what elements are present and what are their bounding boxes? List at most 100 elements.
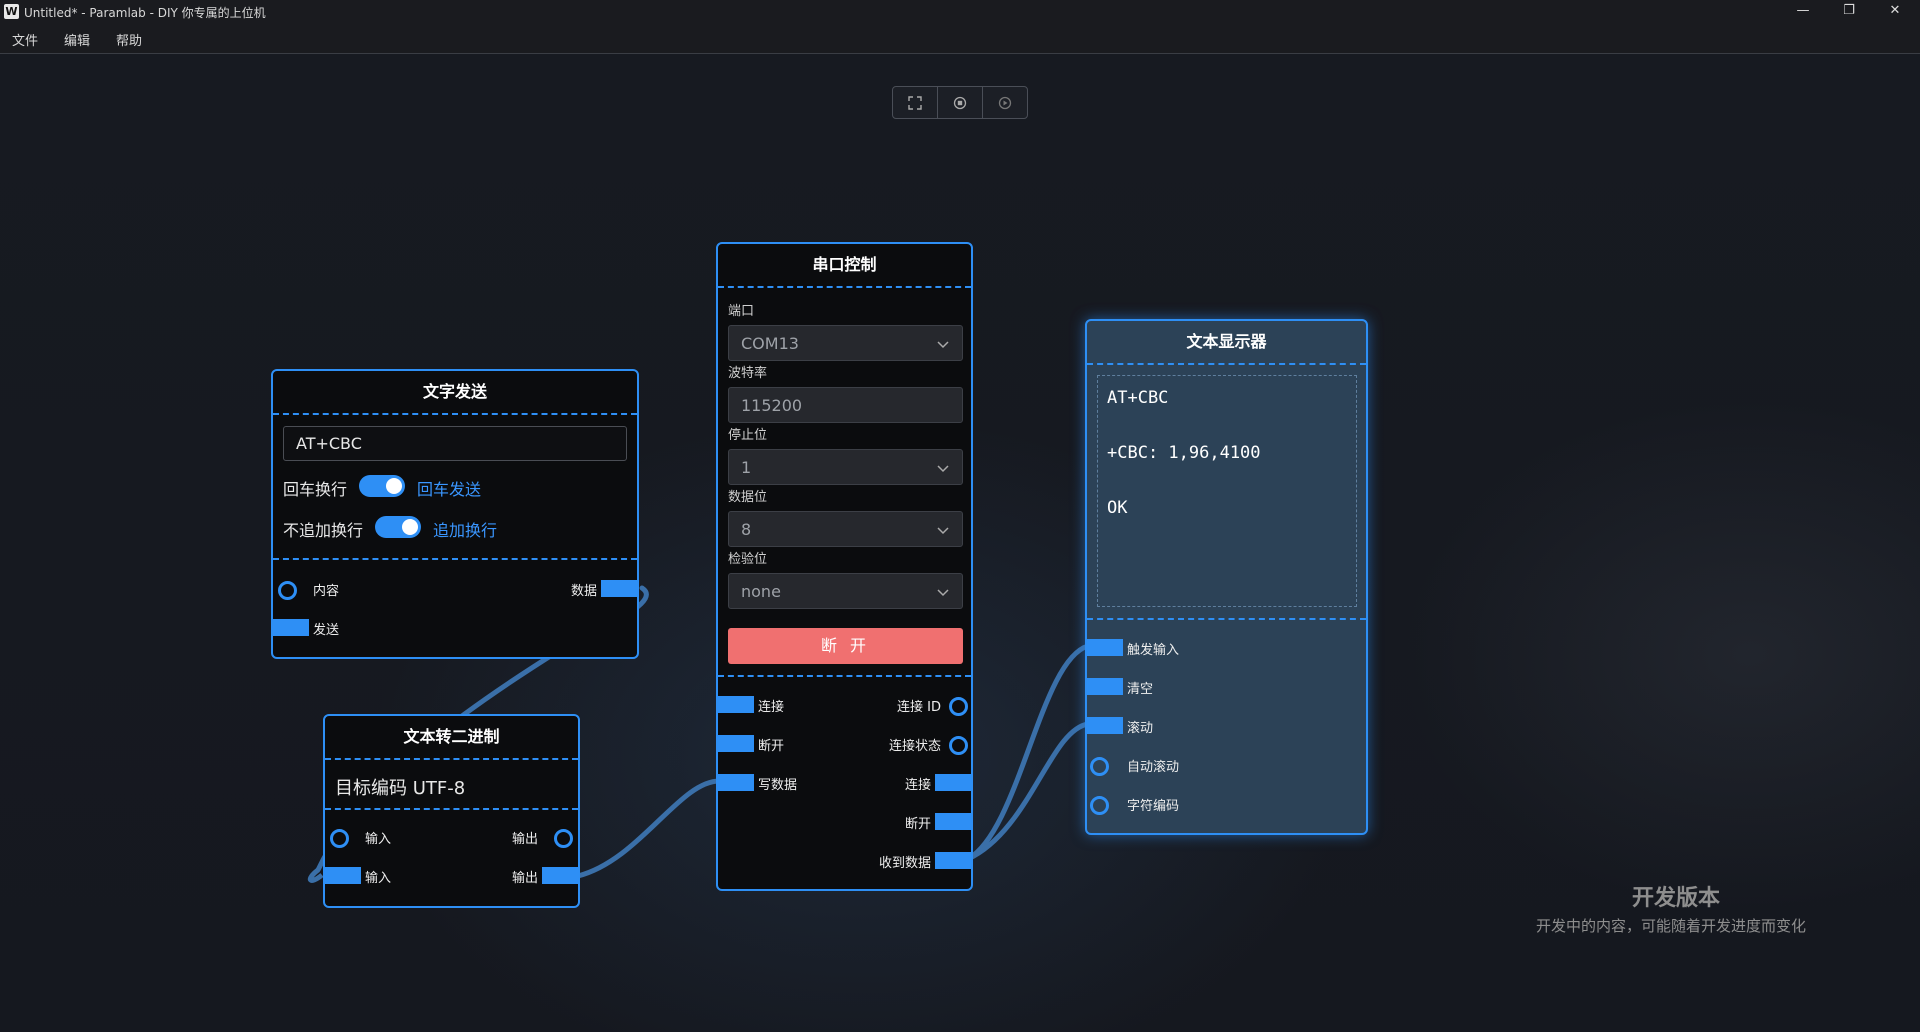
dev-version-subtitle: 开发中的内容，可能随着开发进度而变化 xyxy=(1536,917,1807,935)
fullscreen-icon xyxy=(908,95,922,110)
port-label: 输出 xyxy=(511,871,538,886)
port-row: 自动滚动 xyxy=(1087,745,1366,784)
menu-bar: 文件 编辑 帮助 xyxy=(0,24,1920,54)
stopbits-field-label: 停止位 xyxy=(728,428,768,443)
port-select-value: COM13 xyxy=(741,333,799,353)
menu-edit[interactable]: 编辑 xyxy=(64,30,90,49)
received-data-port[interactable] xyxy=(935,852,971,869)
connect-input-port[interactable] xyxy=(718,696,754,713)
port-label: 数据 xyxy=(570,584,597,599)
toggle-knob xyxy=(386,478,402,494)
port-row: 断开 xyxy=(718,802,971,841)
text-display-node[interactable]: 文本显示器 AT+CBC +CBC: 1,96,4100 OK 触发输入 清空 … xyxy=(1085,319,1368,835)
port-label: 滚动 xyxy=(1127,721,1154,736)
stop-button[interactable] xyxy=(938,87,983,118)
text-to-binary-node[interactable]: 文本转二进制 目标编码 UTF-8 输入 输出 输入 输出 xyxy=(323,714,580,908)
port-label: 收到数据 xyxy=(878,856,931,871)
input-port-2[interactable] xyxy=(325,867,361,884)
disconnect-output-port[interactable] xyxy=(935,813,971,830)
port-label: 输入 xyxy=(365,832,392,847)
restore-button[interactable]: ❐ xyxy=(1826,0,1872,24)
port-row: 连接 连接 ID xyxy=(718,685,971,724)
port-label: 写数据 xyxy=(758,778,798,793)
dev-version-title: 开发版本 xyxy=(1632,886,1721,911)
run-button[interactable] xyxy=(983,87,1027,118)
chevron-down-icon xyxy=(937,341,949,349)
databits-select-value: 8 xyxy=(741,519,752,539)
port-row: 收到数据 xyxy=(718,841,971,880)
port-row: 滚动 xyxy=(1087,706,1366,745)
node-divider xyxy=(273,558,637,560)
write-data-port[interactable] xyxy=(718,774,754,791)
disconnect-button[interactable]: 断 开 xyxy=(728,628,963,664)
display-line: +CBC: 1,96,4100 xyxy=(1107,443,1261,463)
port-row: 写数据 连接 xyxy=(718,763,971,802)
parity-select[interactable]: none xyxy=(728,573,963,609)
port-row: 内容 数据 xyxy=(273,569,637,608)
port-label: 连接 xyxy=(904,778,931,793)
port-label: 内容 xyxy=(313,584,340,599)
data-output-port[interactable] xyxy=(601,580,637,597)
parity-field-label: 检验位 xyxy=(728,552,768,567)
port-row: 断开 连接状态 xyxy=(718,724,971,763)
port-row: 清空 xyxy=(1087,667,1366,706)
connect-id-port[interactable] xyxy=(949,697,968,716)
port-row: 输入 输出 xyxy=(325,856,578,895)
display-text-area[interactable]: AT+CBC +CBC: 1,96,4100 OK xyxy=(1097,375,1357,607)
scroll-port[interactable] xyxy=(1087,717,1123,734)
char-encoding-port[interactable] xyxy=(1090,796,1109,815)
fullscreen-button[interactable] xyxy=(893,87,938,118)
enter-newline-toggle[interactable] xyxy=(359,475,405,497)
clear-port[interactable] xyxy=(1087,678,1123,695)
port-row: 触发输入 xyxy=(1087,628,1366,667)
chevron-down-icon xyxy=(937,465,949,473)
close-button[interactable]: ✕ xyxy=(1872,0,1918,24)
port-label: 连接 ID xyxy=(897,700,941,715)
baud-input[interactable]: 115200 xyxy=(728,387,963,423)
port-label: 连接状态 xyxy=(888,739,941,754)
disconnect-input-port[interactable] xyxy=(718,735,754,752)
app-logo-icon: W xyxy=(4,4,19,19)
enter-newline-label: 回车换行 xyxy=(283,480,348,499)
node-title: 文本显示器 xyxy=(1087,321,1366,365)
send-text-input[interactable]: AT+CBC xyxy=(283,426,627,461)
serial-control-node[interactable]: 串口控制 端口 COM13 波特率 115200 停止位 1 数据位 8 检验位… xyxy=(716,242,973,891)
port-label: 清空 xyxy=(1127,682,1154,697)
connect-status-port[interactable] xyxy=(949,736,968,755)
node-divider xyxy=(1087,618,1366,620)
databits-select[interactable]: 8 xyxy=(728,511,963,547)
menu-file[interactable]: 文件 xyxy=(12,30,38,49)
port-select[interactable]: COM13 xyxy=(728,325,963,361)
input-port-1[interactable] xyxy=(330,829,349,848)
play-icon xyxy=(998,96,1012,109)
window-title: Untitled* - Paramlab - DIY 你专属的上位机 xyxy=(24,6,266,20)
baud-field-label: 波特率 xyxy=(728,366,768,381)
append-newline-label: 不追加换行 xyxy=(283,521,364,540)
output-port-2[interactable] xyxy=(542,867,578,884)
port-label: 发送 xyxy=(313,623,340,638)
port-label: 断开 xyxy=(904,817,931,832)
minimize-button[interactable]: — xyxy=(1780,0,1826,24)
send-trigger-port[interactable] xyxy=(273,619,309,636)
output-port-1[interactable] xyxy=(554,829,573,848)
display-line: OK xyxy=(1107,498,1128,518)
enter-send-label: 回车发送 xyxy=(417,480,482,499)
display-line: AT+CBC xyxy=(1107,388,1169,408)
stopbits-select[interactable]: 1 xyxy=(728,449,963,485)
port-row: 发送 xyxy=(273,608,637,647)
baud-input-value: 115200 xyxy=(741,395,803,415)
node-divider xyxy=(718,675,971,677)
toggle-knob xyxy=(402,519,418,535)
text-send-node[interactable]: 文字发送 AT+CBC 回车换行 回车发送 不追加换行 追加换行 内容 数据 发… xyxy=(271,369,639,659)
encoding-label: 目标编码 UTF-8 xyxy=(335,778,466,799)
trigger-input-port[interactable] xyxy=(1087,639,1123,656)
title-bar: W Untitled* - Paramlab - DIY 你专属的上位机 — ❐… xyxy=(0,0,1920,24)
content-input-port[interactable] xyxy=(278,581,297,600)
connect-output-port[interactable] xyxy=(935,774,971,791)
menu-help[interactable]: 帮助 xyxy=(116,30,142,49)
port-label: 断开 xyxy=(758,739,785,754)
stop-icon xyxy=(953,96,967,109)
port-label: 字符编码 xyxy=(1127,799,1180,814)
append-newline-toggle[interactable] xyxy=(375,516,421,538)
auto-scroll-port[interactable] xyxy=(1090,757,1109,776)
